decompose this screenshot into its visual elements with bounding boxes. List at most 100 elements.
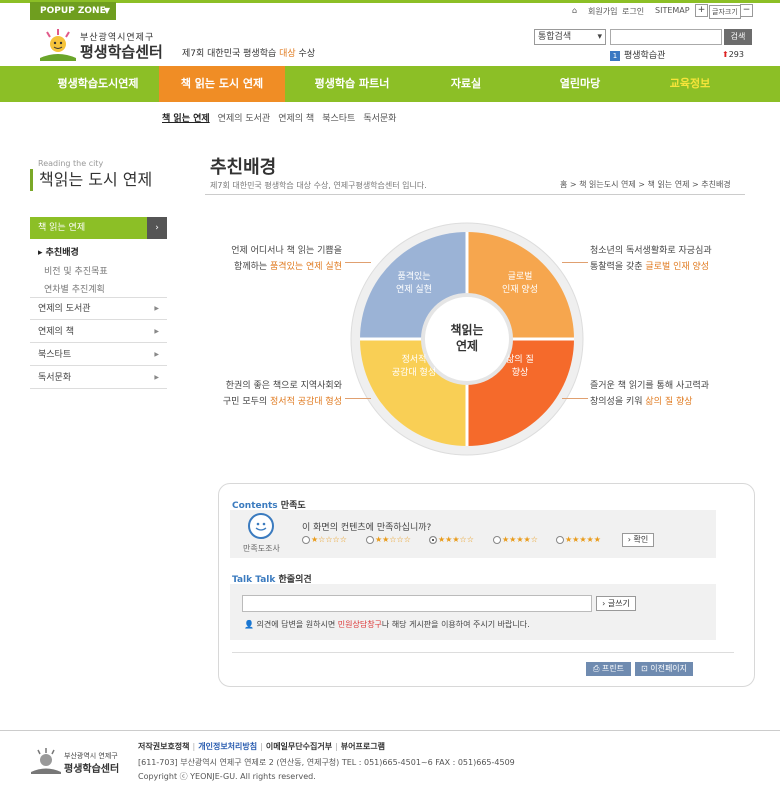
smiley-icon (248, 513, 274, 539)
callout-top-left-line2: 함께하는 품격있는 연제 실현 (234, 262, 342, 272)
footer-link-email[interactable]: 이메일무단수집거부 (266, 742, 332, 751)
subnav-books[interactable]: 연제의 책 (278, 114, 314, 124)
confirm-button[interactable]: › 확인 (622, 533, 654, 547)
chevron-down-icon: ▾ (597, 32, 602, 42)
home-icon[interactable]: ⌂ (572, 6, 577, 15)
smiley-label: 만족도조사 (243, 544, 280, 553)
previous-page-button[interactable]: ⊡ 이전페이지 (635, 662, 693, 676)
font-increase-button[interactable]: + (695, 4, 708, 17)
slogan: 제7회 대한민국 평생학습 대상 수상 (182, 46, 315, 59)
breadcrumb: 홈 > 책 읽는도시 연제 > 책 읽는 연제 > 추친배경 (560, 180, 731, 189)
popup-zone-label: POPUP ZONE (40, 6, 106, 16)
login-link[interactable]: 로그인 (622, 6, 644, 17)
font-decrease-button[interactable]: − (740, 4, 753, 17)
search-scope-select[interactable]: 통합검색 ▾ (534, 29, 606, 45)
nav-edu-info[interactable]: 교육정보 (640, 66, 740, 102)
q1-line2: 연제 실현 (396, 284, 432, 295)
nav-archive[interactable]: 자료실 (418, 66, 514, 102)
sidebar-sub-plan[interactable]: 연차별 추진계획 (44, 282, 105, 295)
font-size-label: 글자크기 (709, 5, 741, 19)
sidebar-item-books[interactable]: 연제의 책 ▶ (30, 321, 167, 343)
popular-keyword[interactable]: 1 평생학습관 (610, 48, 665, 61)
footer-links: 저작권보호정책 | 개인정보처리방침 | 이메일무단수집거부 | 뷰어프로그램 (138, 742, 385, 751)
nav-open-forum[interactable]: 열린마당 (530, 66, 630, 102)
rating-option-1[interactable]: ★☆☆☆☆ (302, 535, 347, 544)
callout-bottom-left-line2: 구민 모두의 정서적 공감대 형성 (222, 397, 342, 407)
q2-line1: 글로벌 (508, 271, 533, 282)
chevron-right-icon: › (147, 217, 167, 239)
connector-line (345, 262, 371, 263)
sidebar-item-label: 연제의 도서관 (38, 304, 91, 314)
rating-option-3[interactable]: ★★★☆☆ (429, 535, 474, 544)
keyword-count-value: 293 (728, 50, 744, 59)
subnav-reading-yeonje[interactable]: 책 읽는 연제 (162, 114, 210, 124)
popup-zone-button[interactable]: POPUP ZONE ▼ (30, 2, 116, 20)
sidebar-head-label: 책 읽는 연제 (38, 223, 86, 233)
center-line2: 연제 (456, 338, 478, 353)
sidebar-item-culture[interactable]: 독서문화 ▶ (30, 367, 167, 389)
radio-button[interactable] (556, 535, 564, 544)
center-line1: 책읽는 (450, 322, 483, 337)
footer-link-copyright[interactable]: 저작권보호정책 (138, 742, 190, 751)
radio-button[interactable] (493, 535, 501, 544)
callout-top-left-line1: 언제 어디서나 책 읽는 기쁨을 (231, 246, 342, 256)
subnav-library[interactable]: 연제의 도서관 (218, 114, 271, 124)
person-icon: 👤 (244, 620, 254, 629)
arrow-right-icon: ▶ (154, 305, 159, 312)
comment-input[interactable] (242, 595, 592, 612)
up-arrow-icon: ⬆ (722, 50, 729, 59)
sub-navigation: 책 읽는 연제 연제의 도서관 연제의 책 북스타트 독서문화 (162, 111, 404, 124)
q4-line1: 삶의 질 (506, 353, 534, 365)
sidebar-head[interactable]: 책 읽는 연제 › (30, 217, 167, 239)
search-scope-value: 통합검색 (538, 32, 572, 42)
sidebar-item-library[interactable]: 연제의 도서관 ▶ (30, 298, 167, 320)
sitemap-link[interactable]: SITEMAP (655, 6, 690, 15)
sidebar-sub-vision[interactable]: 비전 및 추진목표 (44, 264, 108, 277)
footer-link-privacy[interactable]: 개인정보처리방침 (198, 742, 257, 751)
sidebar-item-label: 독서문화 (38, 373, 72, 383)
vision-diagram: 책읽는 연제 품격있는 연제 실현 글로벌 인재 양성 정서적 공감대 형성 삶… (350, 222, 584, 456)
rating-option-4[interactable]: ★★★★☆ (493, 535, 538, 544)
signup-link[interactable]: 회원가입 (588, 6, 617, 17)
footer-link-viewer[interactable]: 뷰어프로그램 (341, 742, 385, 751)
keyword-count: ⬆293 (722, 50, 744, 59)
slogan-prefix: 제7회 대한민국 평생학습 (182, 49, 280, 59)
nav-partner[interactable]: 평생학습 파트너 (292, 66, 412, 102)
footer-logo-icon (30, 748, 62, 777)
footer-logo-title: 평생학습센터 (64, 764, 120, 775)
search-button[interactable]: 검색 (724, 29, 752, 45)
rating-option-5[interactable]: ★★★★★ (556, 535, 601, 544)
callout-top-right-line1: 청소년의 독서생활화로 자긍심과 (590, 246, 712, 256)
chevron-down-icon: ▼ (103, 6, 110, 15)
connector-line (562, 262, 588, 263)
slogan-suffix: 수상 (295, 49, 316, 59)
callout-top-right: 청소년의 독서생활화로 자긍심과 통찰력을 갖춘 글로벌 인재 양성 (590, 243, 712, 275)
print-icon: ⎙ (592, 664, 600, 673)
footer-address: [611-703] 부산광역시 연제구 연제로 2 (연산동, 연제구청) TE… (138, 758, 515, 767)
connector-line (345, 398, 371, 399)
arrow-right-icon: ▶ (154, 351, 159, 358)
sidebar-sub-background[interactable]: ▸ 추친배경 (38, 245, 79, 258)
title-divider (205, 194, 745, 195)
write-button[interactable]: › 글쓰기 (596, 596, 636, 611)
back-icon: ⊡ (640, 664, 648, 673)
nav-reading-city[interactable]: 책 읽는 도시 연제 (159, 66, 285, 102)
complaint-link[interactable]: 민원상담창구 (338, 620, 382, 629)
radio-button[interactable] (302, 535, 310, 544)
search-input[interactable] (610, 29, 722, 45)
radio-button-selected[interactable] (429, 535, 437, 544)
subnav-reading-culture[interactable]: 독서문화 (363, 114, 396, 124)
print-button[interactable]: ⎙ 프린트 (586, 662, 631, 676)
q3-line2: 공감대 형성 (392, 366, 436, 378)
subnav-bookstart[interactable]: 북스타트 (322, 114, 355, 124)
sidebar-title: 책읽는 도시 연제 (30, 169, 152, 191)
arrow-right-icon: ▶ (154, 328, 159, 335)
radio-button[interactable] (366, 535, 374, 544)
sidebar-item-bookstart[interactable]: 북스타트 ▶ (30, 344, 167, 366)
rating-option-2[interactable]: ★★☆☆☆ (366, 535, 411, 544)
slogan-highlight: 대상 (279, 49, 296, 59)
nav-lifelong-city[interactable]: 평생학습도시연제 (38, 66, 158, 102)
keyword-rank-badge: 1 (610, 51, 620, 61)
logo-title: 평생학습센터 (80, 43, 163, 61)
callout-bottom-left-line1: 한권의 좋은 책으로 지역사회와 (225, 381, 342, 391)
